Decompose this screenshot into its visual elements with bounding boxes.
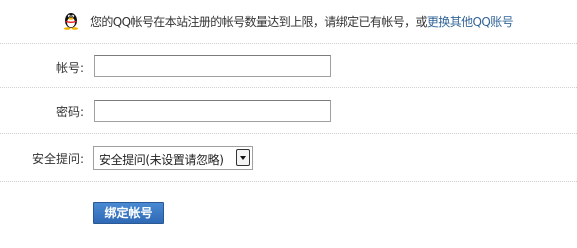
password-label: 密码: — [55, 105, 84, 119]
password-input[interactable] — [94, 100, 331, 122]
password-row: 密码: — [0, 88, 577, 134]
qq-penguin-icon — [62, 10, 80, 30]
security-question-row: 安全提问: 安全提问(未设置请忽略) — [0, 134, 577, 182]
chevron-down-icon[interactable] — [236, 149, 250, 166]
switch-qq-account-link[interactable]: 更换其他QQ账号 — [427, 15, 514, 29]
bind-account-button[interactable]: 绑定帐号 — [93, 202, 164, 224]
notice-message: 您的QQ帐号在本站注册的帐号数量达到上限，请绑定已有帐号，或更换其他QQ账号 — [90, 13, 514, 30]
security-question-value: 安全提问(未设置请忽略) — [99, 153, 224, 167]
notice-bar: 您的QQ帐号在本站注册的帐号数量达到上限，请绑定已有帐号，或更换其他QQ账号 — [0, 0, 577, 44]
security-question-label: 安全提问: — [31, 152, 84, 166]
username-row: 帐号: — [0, 44, 577, 88]
security-question-select[interactable]: 安全提问(未设置请忽略) — [93, 146, 253, 170]
notice-text: 您的QQ帐号在本站注册的帐号数量达到上限，请绑定已有帐号，或 — [90, 15, 428, 29]
username-input[interactable] — [94, 55, 331, 77]
username-label: 帐号: — [55, 61, 84, 75]
